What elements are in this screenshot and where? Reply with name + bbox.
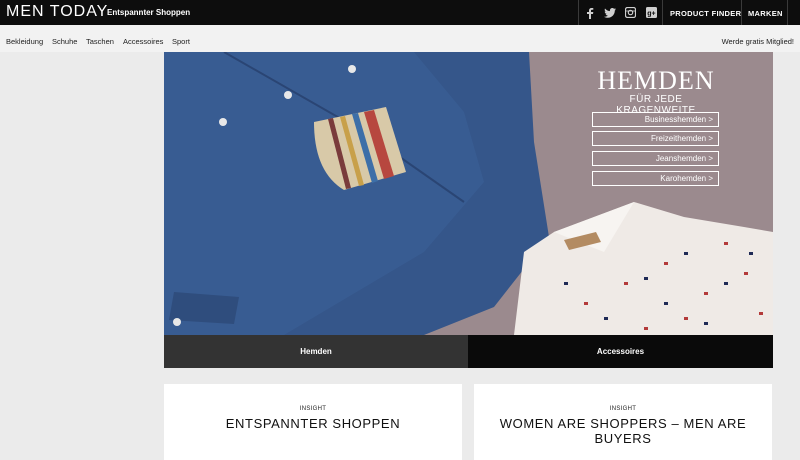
- member-signup-link[interactable]: Werde gratis Mitglied!: [722, 37, 794, 46]
- facebook-icon[interactable]: [579, 0, 601, 25]
- twitter-icon[interactable]: [599, 0, 621, 25]
- product-finder-link[interactable]: PRODUCT FINDER: [670, 9, 741, 18]
- card-title[interactable]: WOMEN ARE SHOPPERS – MEN ARE BUYERS: [474, 416, 772, 446]
- tagline: Entspannter Shoppen: [107, 8, 191, 17]
- businesshemden-link[interactable]: Businesshemden >: [592, 112, 719, 127]
- instagram-icon[interactable]: [619, 0, 641, 25]
- nav-item-taschen[interactable]: Taschen: [86, 37, 114, 46]
- google-plus-icon[interactable]: g+: [640, 0, 662, 25]
- card-kicker: INSIGHT: [299, 406, 327, 412]
- jeanshemden-link[interactable]: Jeanshemden >: [592, 151, 719, 166]
- top-bar: MEN TODAY Entspannter Shoppen g+ PRODUCT…: [0, 0, 800, 25]
- marken-link[interactable]: MARKEN: [748, 9, 783, 18]
- article-card[interactable]: INSIGHT ENTSPANNTER SHOPPEN: [164, 384, 462, 460]
- promo-block: HEMDEN FÜR JEDE KRAGENWEITE: [590, 66, 722, 116]
- hero-banner[interactable]: HEMDEN FÜR JEDE KRAGENWEITE Businesshemd…: [164, 52, 773, 335]
- nav-item-accessoires[interactable]: Accessoires: [123, 37, 163, 46]
- promo-title: HEMDEN: [597, 66, 715, 95]
- nav-item-schuhe[interactable]: Schuhe: [52, 37, 77, 46]
- svg-text:g+: g+: [647, 10, 655, 17]
- category-nav: Bekleidung Schuhe Taschen Accessoires Sp…: [0, 25, 800, 52]
- nav-item-sport[interactable]: Sport: [172, 37, 190, 46]
- card-title[interactable]: ENTSPANNTER SHOPPEN: [164, 416, 462, 431]
- divider: [662, 0, 663, 25]
- tab-hemden[interactable]: Hemden: [164, 335, 468, 368]
- logo[interactable]: MEN TODAY: [6, 3, 108, 21]
- card-kicker: INSIGHT: [609, 406, 637, 412]
- tab-accessoires[interactable]: Accessoires: [468, 335, 773, 368]
- divider: [741, 0, 742, 25]
- karohemden-link[interactable]: Karohemden >: [592, 171, 719, 186]
- article-card[interactable]: INSIGHT WOMEN ARE SHOPPERS – MEN ARE BUY…: [474, 384, 772, 460]
- freizeithemden-link[interactable]: Freizeithemden >: [592, 131, 719, 146]
- divider: [787, 0, 788, 25]
- nav-item-bekleidung[interactable]: Bekleidung: [6, 37, 43, 46]
